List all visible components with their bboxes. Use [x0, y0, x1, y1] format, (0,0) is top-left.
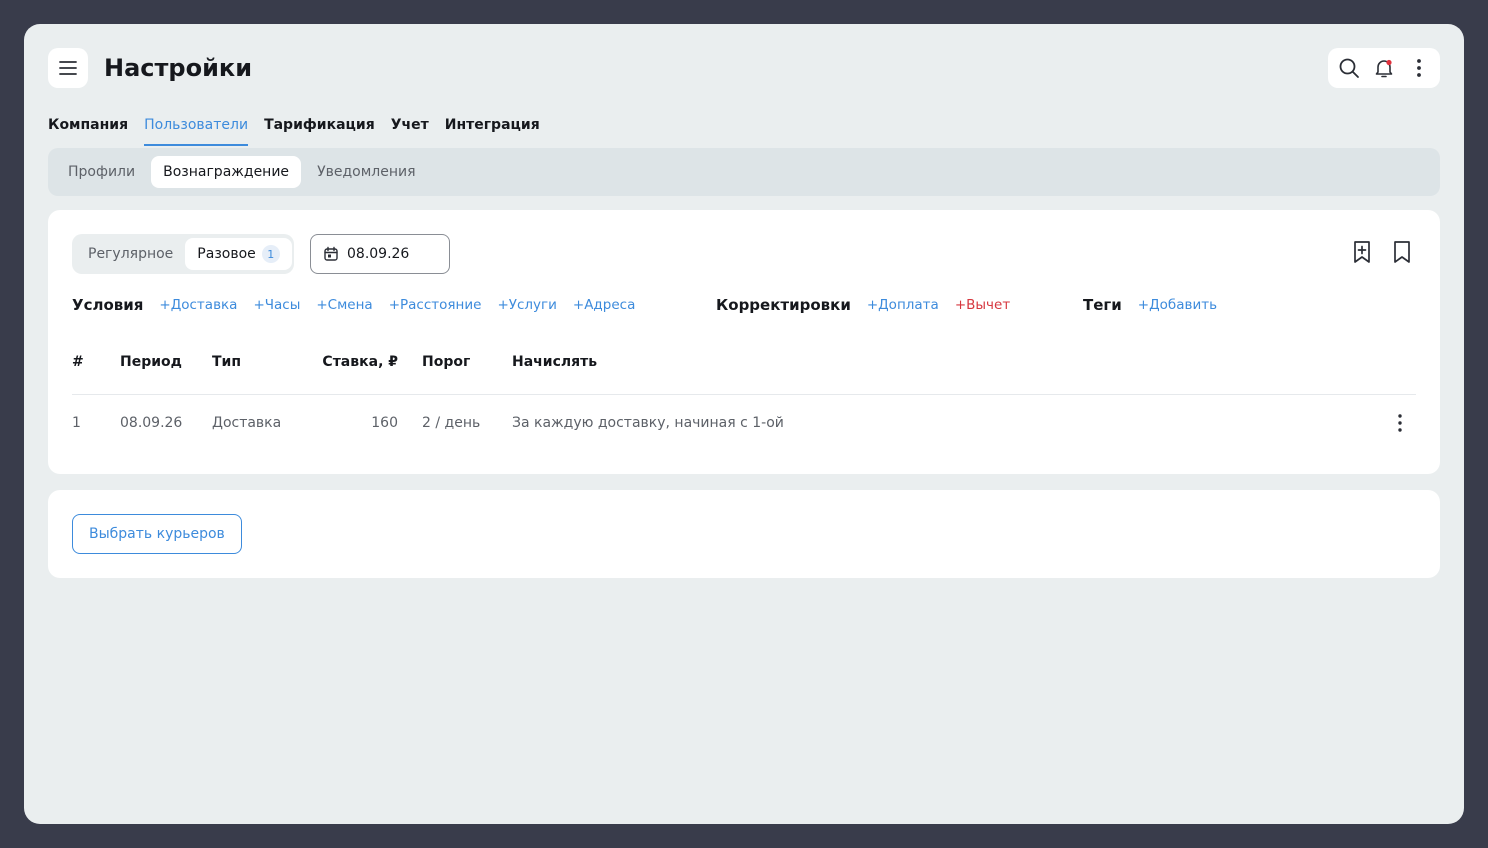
tab-company[interactable]: Компания [48, 116, 128, 146]
add-tag-link[interactable]: +Добавить [1138, 297, 1217, 313]
bell-icon [1375, 59, 1393, 78]
col-number: # [72, 354, 84, 370]
tags-label: Теги [1083, 296, 1122, 314]
cell-type: Доставка [212, 415, 282, 431]
add-services-link[interactable]: +Услуги [497, 297, 556, 313]
subtab-reward[interactable]: Вознаграждение [151, 156, 302, 188]
col-accrue: Начислять [512, 354, 598, 370]
add-addresses-link[interactable]: +Адреса [573, 297, 635, 313]
tab-billing[interactable]: Тарификация [264, 116, 375, 146]
top-actions [1328, 48, 1440, 88]
search-icon [1339, 58, 1360, 78]
main-tabs: Компания Пользователи Тарификация Учет И… [48, 116, 540, 146]
reward-filters: Условия +Доставка +Часы +Смена +Расстоян… [72, 296, 1416, 316]
row-menu-button[interactable] [1392, 413, 1408, 437]
app-window: Настройки Компания Пользователи Тарифика… [24, 24, 1464, 824]
reward-table: # Период Тип Ставка, ₽ Порог Начислять 1… [72, 344, 1416, 451]
corrections-label: Корректировки [716, 296, 851, 314]
more-button[interactable] [1405, 54, 1433, 82]
couriers-card: Выбрать курьеров [48, 490, 1440, 578]
page-title: Настройки [104, 54, 253, 82]
cell-period: 08.09.26 [120, 415, 183, 431]
hamburger-icon [59, 61, 77, 75]
date-value: 08.09.26 [347, 246, 410, 262]
more-vertical-icon [1398, 414, 1402, 432]
bookmark-add-icon[interactable] [1348, 238, 1376, 266]
menu-button[interactable] [48, 48, 88, 88]
count-badge: 1 [261, 245, 280, 263]
tab-users[interactable]: Пользователи [144, 116, 249, 146]
table-header: # Период Тип Ставка, ₽ Порог Начислять [72, 344, 1416, 395]
select-couriers-button[interactable]: Выбрать курьеров [72, 514, 242, 554]
add-distance-link[interactable]: +Расстояние [389, 297, 482, 313]
conditions-group: Условия +Доставка +Часы +Смена +Расстоян… [72, 296, 635, 314]
segment-one-time-label: Разовое [197, 246, 256, 262]
col-threshold: Порог [422, 354, 471, 370]
table-row[interactable]: 1 08.09.26 Доставка 160 2 / день За кажд… [72, 395, 1416, 451]
segment-one-time[interactable]: Разовое 1 [185, 238, 292, 270]
notifications-button[interactable] [1370, 54, 1398, 82]
subtab-notifications[interactable]: Уведомления [305, 156, 427, 188]
date-picker[interactable]: 08.09.26 [310, 234, 450, 274]
reward-type-segment: Регулярное Разовое 1 [72, 234, 294, 274]
bookmark-icon[interactable] [1388, 238, 1416, 266]
add-bonus-link[interactable]: +Доплата [867, 297, 939, 313]
conditions-label: Условия [72, 296, 144, 314]
search-button[interactable] [1335, 54, 1363, 82]
tags-group: Теги +Добавить [1083, 296, 1217, 314]
calendar-icon [324, 246, 338, 261]
reward-card: Регулярное Разовое 1 08.09.26 Условия +Д… [48, 210, 1440, 474]
col-type: Тип [212, 354, 242, 370]
cell-accrue: За каждую доставку, начиная с 1-ой [512, 415, 784, 431]
bookmark-actions [1348, 238, 1416, 266]
cell-threshold: 2 / день [422, 415, 481, 431]
add-hours-link[interactable]: +Часы [253, 297, 300, 313]
subtab-profiles[interactable]: Профили [56, 156, 147, 188]
corrections-group: Корректировки +Доплата +Вычет [716, 296, 1010, 314]
col-rate: Ставка, ₽ [322, 354, 398, 370]
more-vertical-icon [1416, 59, 1421, 77]
segment-regular[interactable]: Регулярное [76, 238, 185, 270]
notification-dot [1386, 59, 1392, 66]
cell-number: 1 [72, 415, 81, 431]
add-delivery-link[interactable]: +Доставка [159, 297, 237, 313]
sub-tabs: Профили Вознаграждение Уведомления [48, 148, 1440, 196]
tab-integration[interactable]: Интеграция [445, 116, 540, 146]
cell-rate: 160 [371, 415, 398, 431]
col-period: Период [120, 354, 182, 370]
tab-accounting[interactable]: Учет [391, 116, 429, 146]
add-shift-link[interactable]: +Смена [316, 297, 372, 313]
add-deduction-link[interactable]: +Вычет [955, 297, 1010, 313]
